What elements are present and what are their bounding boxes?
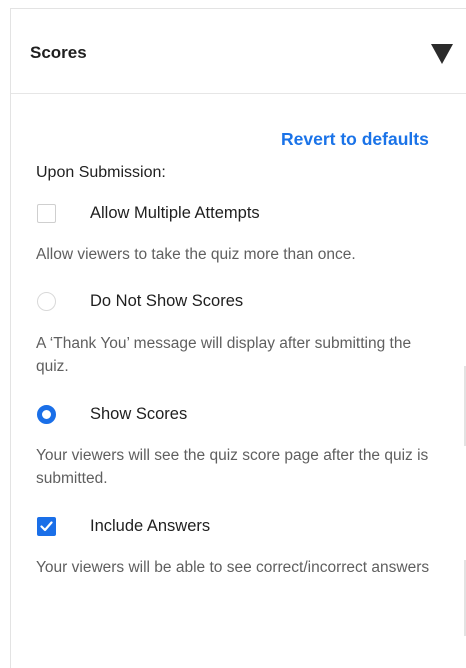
do-not-show-scores-radio[interactable] [37,292,56,311]
checkmark-icon [40,521,53,532]
include-answers-checkbox[interactable] [37,517,56,536]
include-answers-description: Your viewers will be able to see correct… [36,559,430,576]
allow-multiple-attempts-checkbox[interactable] [37,204,56,223]
revert-to-defaults-link[interactable]: Revert to defaults [281,129,429,150]
do-not-show-scores-label[interactable]: Do Not Show Scores [90,292,243,311]
scores-panel-header[interactable]: Scores [11,9,466,94]
do-not-show-scores-description: A ‘Thank You’ message will display after… [36,335,412,375]
panel-title: Scores [30,43,87,62]
caret-down-icon[interactable] [431,44,453,64]
allow-multiple-attempts-label[interactable]: Allow Multiple Attempts [90,204,260,223]
allow-multiple-attempts-description: Allow viewers to take the quiz more than… [36,246,356,263]
show-scores-radio[interactable] [37,405,56,424]
show-scores-label[interactable]: Show Scores [90,405,187,424]
include-answers-label[interactable]: Include Answers [90,517,210,536]
show-scores-description: Your viewers will see the quiz score pag… [36,447,429,487]
upon-submission-label: Upon Submission: [36,164,166,181]
